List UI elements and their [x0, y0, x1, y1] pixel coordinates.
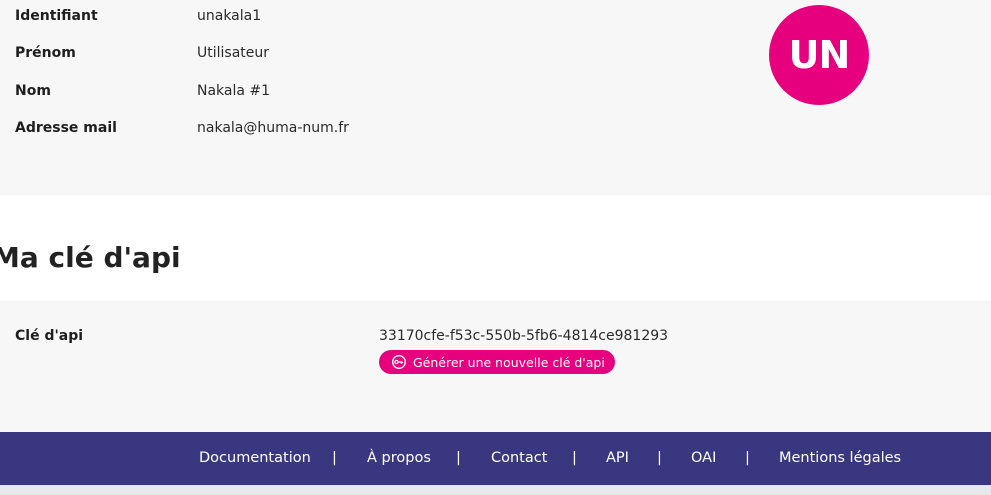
field-label-email: Adresse mail: [15, 120, 117, 136]
footer-link-api[interactable]: API: [606, 450, 629, 466]
footer-link-mentions-legales[interactable]: Mentions légales: [779, 450, 901, 466]
bottom-strip: [0, 485, 991, 495]
key-icon: [391, 354, 407, 370]
footer-separator: |: [572, 450, 577, 466]
api-key-label: Clé d'api: [15, 328, 84, 344]
generate-api-key-button[interactable]: Générer une nouvelle clé d'api: [379, 350, 615, 374]
footer-link-contact[interactable]: Contact: [491, 450, 547, 466]
field-label-prenom: Prénom: [15, 45, 76, 61]
field-value-email: nakala@huma-num.fr: [197, 120, 349, 136]
footer-separator: |: [745, 450, 750, 466]
footer: Documentation | À propos | Contact | API…: [0, 432, 991, 485]
api-section-title: Ma clé d'api: [0, 241, 181, 274]
field-label-identifiant: Identifiant: [15, 8, 98, 24]
field-value-prenom: Utilisateur: [197, 45, 270, 61]
field-value-nom: Nakala #1: [197, 83, 271, 99]
api-key-panel: Clé d'api 33170cfe-f53c-550b-5fb6-4814ce…: [0, 301, 991, 432]
footer-separator: |: [332, 450, 337, 466]
field-value-identifiant: unakala1: [197, 8, 262, 24]
footer-link-documentation[interactable]: Documentation: [199, 450, 311, 466]
field-label-nom: Nom: [15, 83, 51, 99]
api-key-value: 33170cfe-f53c-550b-5fb6-4814ce981293: [379, 328, 669, 344]
avatar: UN: [769, 5, 869, 105]
generate-api-key-label: Générer une nouvelle clé d'api: [413, 354, 605, 370]
profile-panel: Identifiant unakala1 Prénom Utilisateur …: [0, 0, 991, 195]
footer-separator: |: [657, 450, 662, 466]
footer-link-a-propos[interactable]: À propos: [367, 450, 431, 466]
footer-link-oai[interactable]: OAI: [691, 450, 716, 466]
footer-separator: |: [456, 450, 461, 466]
